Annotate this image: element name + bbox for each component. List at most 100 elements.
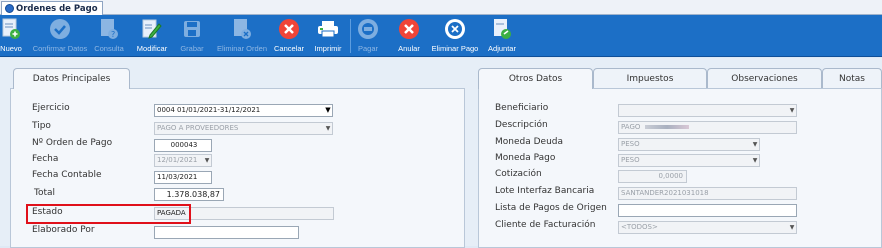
pagar-button[interactable]: Pagar bbox=[355, 15, 381, 57]
tab-observaciones[interactable]: Observaciones bbox=[707, 68, 822, 88]
nuevo-label: Nuevo bbox=[0, 44, 22, 53]
moneda-pago-label: Moneda Pago bbox=[495, 153, 556, 163]
chevron-down-icon: ▼ bbox=[752, 141, 758, 148]
chevron-down-icon: ▼ bbox=[789, 107, 795, 114]
tab-datos-principales[interactable]: Datos Principales bbox=[13, 68, 130, 89]
chevron-down-icon: ▼ bbox=[789, 224, 795, 231]
nuevo-button[interactable]: Nuevo bbox=[0, 15, 22, 57]
attach-document-icon bbox=[491, 18, 513, 40]
tipo-select[interactable]: PAGO A PROVEEDORES ▼ bbox=[154, 122, 333, 135]
total-field: 1.378.038,87 bbox=[154, 188, 224, 201]
cliente-facturacion-select[interactable]: <TODOS> ▼ bbox=[618, 221, 797, 234]
modificar-button[interactable]: Modificar bbox=[133, 15, 171, 57]
moneda-deuda-value: PESO bbox=[621, 140, 640, 148]
lote-interfaz-field[interactable]: SANTANDER2021031018 bbox=[618, 187, 797, 200]
chevron-down-icon: ▼ bbox=[752, 157, 758, 164]
check-icon bbox=[49, 18, 71, 40]
void-icon bbox=[398, 18, 420, 40]
cliente-facturacion-label: Cliente de Facturación bbox=[495, 220, 596, 230]
tab-notas[interactable]: Notas bbox=[822, 68, 882, 88]
eliminar-orden-button[interactable]: Eliminar Orden bbox=[213, 15, 271, 57]
toolbar: Nuevo Confirmar Datos ? Consulta Modific… bbox=[0, 15, 882, 57]
ejercicio-label: Ejercicio bbox=[32, 103, 70, 113]
moneda-pago-value: PESO bbox=[621, 156, 640, 164]
fecha-contable-label: Fecha Contable bbox=[32, 170, 102, 180]
fecha-contable-value: 11/03/2021 bbox=[157, 173, 198, 181]
toolbar-separator bbox=[350, 19, 351, 53]
save-icon bbox=[181, 18, 203, 40]
chevron-down-icon: ▼ bbox=[325, 106, 331, 114]
content-area: Datos Principales Ejercicio 0004 01/01/2… bbox=[0, 58, 882, 248]
moneda-deuda-label: Moneda Deuda bbox=[495, 137, 564, 147]
anular-button[interactable]: Anular bbox=[394, 15, 424, 57]
tab-otros-datos-label: Otros Datos bbox=[508, 74, 563, 84]
confirmar-datos-button[interactable]: Confirmar Datos bbox=[30, 15, 90, 57]
consulta-button[interactable]: ? Consulta bbox=[91, 15, 127, 57]
lote-interfaz-label: Lote Interfaz Bancaria bbox=[495, 186, 595, 196]
document-tab-ordenes-de-pago[interactable]: Ordenes de Pago bbox=[1, 1, 103, 15]
printer-icon bbox=[317, 18, 339, 40]
document-query-icon: ? bbox=[98, 18, 120, 40]
redacted-text bbox=[644, 125, 689, 129]
cliente-facturacion-value: <TODOS> bbox=[621, 223, 658, 231]
chevron-down-icon: ▼ bbox=[325, 125, 331, 132]
lista-pagos-label: Lista de Pagos de Origen bbox=[495, 203, 607, 213]
cancel-icon bbox=[278, 18, 300, 40]
imprimir-button[interactable]: Imprimir bbox=[312, 15, 344, 57]
nro-orden-value: 000043 bbox=[170, 141, 198, 149]
tipo-label: Tipo bbox=[32, 121, 51, 131]
cotizacion-value: 0,0000 bbox=[658, 172, 684, 180]
tipo-value: PAGO A PROVEEDORES bbox=[157, 124, 239, 132]
elaborado-por-field[interactable] bbox=[154, 226, 299, 239]
adjuntar-label: Adjuntar bbox=[488, 44, 516, 53]
adjuntar-button[interactable]: Adjuntar bbox=[484, 15, 520, 57]
delete-payment-icon bbox=[444, 18, 466, 40]
document-tab-strip: Ordenes de Pago bbox=[0, 0, 882, 15]
document-tab-label: Ordenes de Pago bbox=[16, 3, 98, 14]
fecha-contable-field[interactable]: 11/03/2021 bbox=[154, 171, 212, 184]
moneda-deuda-select[interactable]: PESO ▼ bbox=[618, 138, 760, 151]
tab-impuestos-label: Impuestos bbox=[626, 73, 674, 84]
estado-highlight-box bbox=[26, 204, 191, 224]
cotizacion-field[interactable]: 0,0000 bbox=[618, 170, 687, 183]
app-icon bbox=[5, 4, 14, 13]
eliminar-pago-button[interactable]: Eliminar Pago bbox=[430, 15, 480, 57]
ejercicio-select[interactable]: 0004 01/01/2021-31/12/2021 ▼ bbox=[154, 104, 333, 117]
eliminar-orden-label: Eliminar Orden bbox=[216, 44, 268, 53]
cancelar-button[interactable]: Cancelar bbox=[273, 15, 305, 57]
chevron-down-icon: ▼ bbox=[204, 157, 210, 164]
descripcion-label: Descripción bbox=[495, 120, 548, 130]
imprimir-label: Imprimir bbox=[314, 44, 342, 53]
cancelar-label: Cancelar bbox=[273, 44, 304, 53]
svg-text:?: ? bbox=[111, 30, 115, 39]
fecha-label: Fecha bbox=[32, 154, 59, 164]
modificar-label: Modificar bbox=[136, 44, 168, 53]
moneda-pago-select[interactable]: PESO ▼ bbox=[618, 154, 760, 167]
ejercicio-value: 0004 01/01/2021-31/12/2021 bbox=[157, 106, 261, 114]
tab-notas-label: Notas bbox=[839, 73, 865, 84]
grabar-button[interactable]: Grabar bbox=[177, 15, 207, 57]
beneficiario-select[interactable]: ▼ bbox=[618, 104, 797, 117]
grabar-label: Grabar bbox=[180, 44, 204, 53]
nro-orden-label: Nº Orden de Pago bbox=[32, 138, 113, 148]
total-value: 1.378.038,87 bbox=[166, 190, 220, 199]
tab-impuestos[interactable]: Impuestos bbox=[593, 68, 707, 88]
pagar-label: Pagar bbox=[357, 44, 378, 53]
descripcion-value: PAGO bbox=[621, 123, 641, 131]
tab-otros-datos[interactable]: Otros Datos bbox=[478, 68, 593, 89]
anular-label: Anular bbox=[398, 44, 420, 53]
edit-document-icon bbox=[141, 18, 163, 40]
descripcion-field[interactable]: PAGO bbox=[618, 121, 797, 134]
eliminar-pago-label: Eliminar Pago bbox=[431, 44, 479, 53]
cotizacion-label: Cotización bbox=[495, 169, 542, 179]
new-document-icon bbox=[0, 18, 22, 40]
nro-orden-field[interactable]: 000043 bbox=[154, 139, 212, 152]
payment-icon bbox=[357, 18, 379, 40]
fecha-field[interactable]: 12/01/2021 ▼ bbox=[154, 154, 212, 167]
lote-interfaz-value: SANTANDER2021031018 bbox=[621, 189, 709, 197]
beneficiario-label: Beneficiario bbox=[495, 103, 549, 113]
lista-pagos-field[interactable] bbox=[618, 204, 797, 217]
elaborado-por-label: Elaborado Por bbox=[32, 225, 95, 235]
tab-observaciones-label: Observaciones bbox=[731, 73, 798, 84]
total-label: Total bbox=[34, 188, 56, 198]
